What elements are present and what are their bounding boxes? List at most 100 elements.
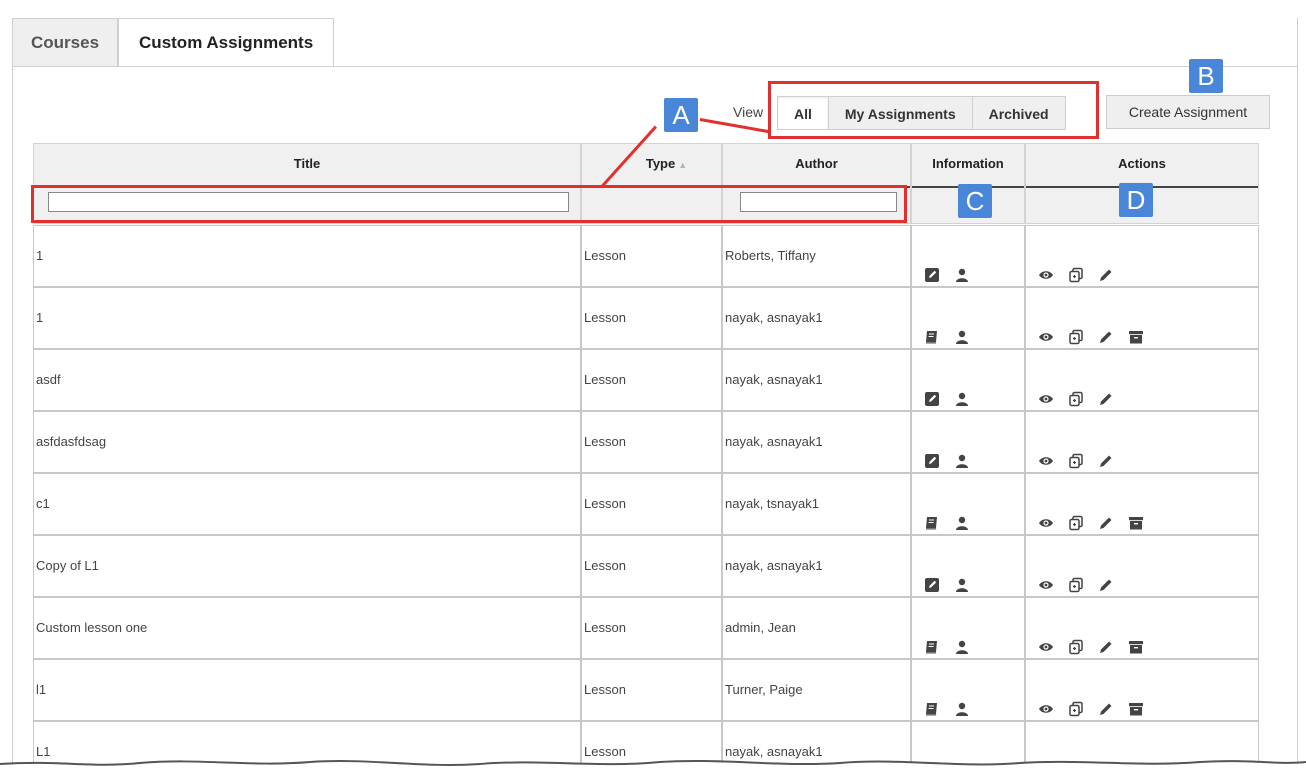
- cell-author: nayak, asnayak1: [722, 411, 911, 473]
- table-row: c1 Lesson nayak, tsnayak1: [33, 473, 1259, 535]
- annotation-box-view: [768, 81, 1099, 139]
- column-title-label: Title: [293, 156, 321, 171]
- cell-title: l1: [33, 659, 581, 721]
- cell-information: [911, 659, 1025, 721]
- eye-icon[interactable]: [1038, 559, 1054, 589]
- cell-actions: [1025, 349, 1259, 411]
- create-assignment-button[interactable]: Create Assignment: [1106, 95, 1270, 129]
- copy-icon[interactable]: [1068, 373, 1084, 406]
- archive-icon[interactable]: [1128, 683, 1144, 716]
- cell-title: 1: [33, 225, 581, 287]
- edit-pencil-icon[interactable]: [1098, 311, 1114, 343]
- cell-author: Roberts, Tiffany: [722, 225, 911, 287]
- eye-icon[interactable]: [1038, 435, 1054, 465]
- cell-author: admin, Jean: [722, 597, 911, 659]
- copy-icon[interactable]: [1068, 621, 1084, 654]
- cell-type: Lesson: [581, 411, 722, 473]
- cell-information: [911, 225, 1025, 287]
- archive-icon[interactable]: [1128, 621, 1144, 654]
- cell-information: [911, 349, 1025, 411]
- cell-actions: [1025, 473, 1259, 535]
- table-row: 1 Lesson nayak, asnayak1: [33, 287, 1259, 349]
- copy-icon[interactable]: [1068, 559, 1084, 592]
- user-icon[interactable]: [954, 249, 970, 282]
- cell-actions: [1025, 597, 1259, 659]
- annotation-badge-a: A: [664, 98, 698, 132]
- book-icon[interactable]: [924, 683, 940, 716]
- edit-pencil-icon[interactable]: [1098, 249, 1114, 281]
- cell-information: [911, 473, 1025, 535]
- table-row: Custom lesson one Lesson admin, Jean: [33, 597, 1259, 659]
- user-icon[interactable]: [954, 373, 970, 406]
- column-type-label: Type: [645, 156, 676, 171]
- column-information-label: Information: [932, 156, 1004, 171]
- cell-author: nayak, tsnayak1: [722, 473, 911, 535]
- table-row: asdf Lesson nayak, asnayak1: [33, 349, 1259, 411]
- user-icon[interactable]: [954, 435, 970, 468]
- pencil-box-icon[interactable]: [924, 559, 940, 592]
- eye-icon[interactable]: [1038, 497, 1054, 527]
- user-icon[interactable]: [954, 559, 970, 592]
- cell-type: Lesson: [581, 287, 722, 349]
- eye-icon[interactable]: [1038, 311, 1054, 341]
- copy-icon[interactable]: [1068, 435, 1084, 468]
- cell-type: Lesson: [581, 225, 722, 287]
- cell-type: Lesson: [581, 597, 722, 659]
- tab-bar: Courses Custom Assignments: [12, 18, 335, 67]
- annotation-box-a: [31, 185, 907, 223]
- cell-type: Lesson: [581, 473, 722, 535]
- cell-type: Lesson: [581, 349, 722, 411]
- copy-icon[interactable]: [1068, 249, 1084, 282]
- archive-icon[interactable]: [1128, 497, 1144, 530]
- user-icon[interactable]: [954, 311, 970, 344]
- edit-pencil-icon[interactable]: [1098, 497, 1114, 529]
- eye-icon[interactable]: [1038, 373, 1054, 403]
- eye-icon[interactable]: [1038, 621, 1054, 651]
- torn-edge: [0, 759, 1306, 782]
- cell-title: asfdasfdsag: [33, 411, 581, 473]
- column-author-label: Author: [795, 156, 838, 171]
- sort-ascending-icon: ▲: [678, 160, 688, 170]
- table-row: l1 Lesson Turner, Paige: [33, 659, 1259, 721]
- edit-pencil-icon[interactable]: [1098, 435, 1114, 467]
- cell-author: nayak, asnayak1: [722, 535, 911, 597]
- cell-information: [911, 287, 1025, 349]
- user-icon[interactable]: [954, 621, 970, 654]
- copy-icon[interactable]: [1068, 497, 1084, 530]
- annotation-badge-d: D: [1119, 183, 1153, 217]
- user-icon[interactable]: [954, 497, 970, 530]
- table-row: 1 Lesson Roberts, Tiffany: [33, 225, 1259, 287]
- pencil-box-icon[interactable]: [924, 435, 940, 468]
- cell-title: c1: [33, 473, 581, 535]
- tab-custom-assignments[interactable]: Custom Assignments: [118, 18, 335, 67]
- annotation-badge-b: B: [1189, 59, 1223, 93]
- edit-pencil-icon[interactable]: [1098, 373, 1114, 405]
- tab-underline: [12, 66, 1298, 67]
- annotation-badge-c: C: [958, 184, 992, 218]
- copy-icon[interactable]: [1068, 311, 1084, 344]
- tab-courses[interactable]: Courses: [12, 18, 119, 66]
- cell-author: nayak, asnayak1: [722, 287, 911, 349]
- user-icon[interactable]: [954, 683, 970, 716]
- book-icon[interactable]: [924, 311, 940, 344]
- table-row: asfdasfdsag Lesson nayak, asnayak1: [33, 411, 1259, 473]
- cell-information: [911, 597, 1025, 659]
- copy-icon[interactable]: [1068, 683, 1084, 716]
- archive-icon[interactable]: [1128, 311, 1144, 344]
- book-icon[interactable]: [924, 497, 940, 530]
- cell-actions: [1025, 659, 1259, 721]
- cell-title: Custom lesson one: [33, 597, 581, 659]
- view-label: View: [733, 104, 764, 120]
- book-icon[interactable]: [924, 621, 940, 654]
- pencil-box-icon[interactable]: [924, 373, 940, 406]
- edit-pencil-icon[interactable]: [1098, 621, 1114, 653]
- cell-actions: [1025, 225, 1259, 287]
- pencil-box-icon[interactable]: [924, 249, 940, 282]
- cell-author: nayak, asnayak1: [722, 349, 911, 411]
- eye-icon[interactable]: [1038, 683, 1054, 713]
- edit-pencil-icon[interactable]: [1098, 559, 1114, 591]
- cell-type: Lesson: [581, 659, 722, 721]
- edit-pencil-icon[interactable]: [1098, 683, 1114, 715]
- eye-icon[interactable]: [1038, 249, 1054, 279]
- cell-actions: [1025, 411, 1259, 473]
